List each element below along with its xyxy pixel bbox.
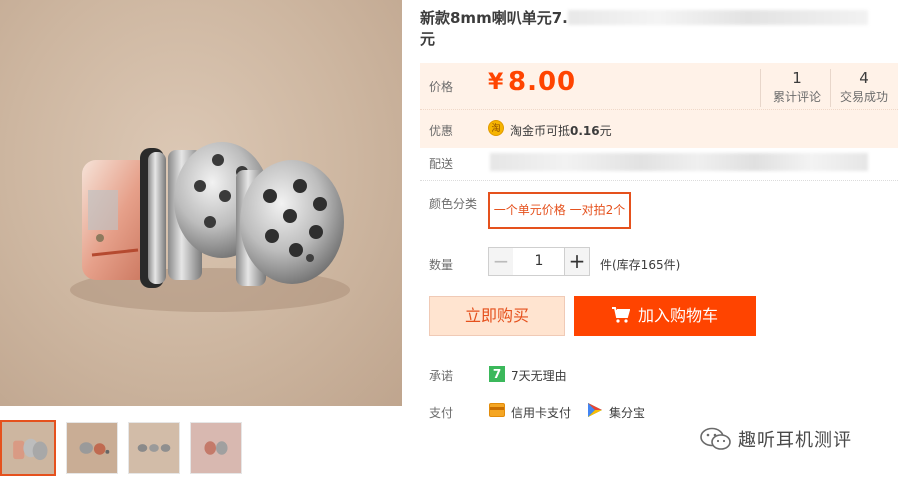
price-panel: 价格 ¥ 8.00 1 累计评论 4 交易成功 优惠 淘 淘金币可抵0.16元 <box>420 63 898 148</box>
promotion-amount: 0.16 <box>570 124 600 138</box>
payment-method-credit-card[interactable]: 信用卡支付 <box>511 404 571 421</box>
promotion-text: 淘金币可抵0.16元 <box>510 122 612 139</box>
sku-option-selected[interactable]: 一个单元价格 一对拍2个 <box>488 192 631 229</box>
product-title: 新款8mm喇叭单元7. 元 <box>420 8 890 50</box>
thumbnail-4[interactable] <box>190 422 242 474</box>
buy-now-button[interactable]: 立即购买 <box>429 296 565 336</box>
thumbnail-image <box>2 422 54 474</box>
shopping-cart-icon <box>611 307 630 323</box>
thumbnail-1[interactable] <box>0 420 56 476</box>
sales-count: 4 <box>859 69 869 87</box>
thumbnail-image <box>67 423 117 473</box>
thumbnail-image <box>129 423 179 473</box>
redacted-title-text <box>567 10 868 25</box>
taojinbi-coin-icon: 淘 <box>488 120 504 136</box>
quantity-label: 数量 <box>429 258 454 272</box>
divider <box>420 180 898 181</box>
review-count-stat[interactable]: 1 累计评论 <box>764 69 830 107</box>
increase-quantity-button[interactable]: + <box>564 247 590 276</box>
stat-divider <box>760 69 761 107</box>
earphone-driver-photo <box>70 142 350 312</box>
sales-count-label: 交易成功 <box>839 90 888 104</box>
credit-card-icon <box>489 403 505 417</box>
thumbnail-2[interactable] <box>66 422 118 474</box>
quantity-input[interactable]: 1 <box>513 247 565 276</box>
sku-label: 颜色分类 <box>429 197 478 211</box>
promotion-unit: 元 <box>599 124 612 138</box>
add-to-cart-button[interactable]: 加入购物车 <box>574 296 756 336</box>
watermark-text: 趣听耳机测评 <box>738 430 852 451</box>
promise-text[interactable]: 7天无理由 <box>511 367 567 384</box>
price-label: 价格 <box>429 80 454 94</box>
stock-text: 件(库存165件) <box>600 258 681 272</box>
jifenbao-icon <box>588 403 602 417</box>
thumbnail-3[interactable] <box>128 422 180 474</box>
add-to-cart-label: 加入购物车 <box>637 306 718 325</box>
redacted-shipping-info <box>490 153 868 171</box>
promise-label: 承诺 <box>429 369 454 383</box>
price-row: 价格 ¥ 8.00 1 累计评论 4 交易成功 <box>420 63 898 109</box>
product-title-end: 元 <box>420 30 436 48</box>
promotion-label: 优惠 <box>429 124 454 138</box>
main-product-image[interactable] <box>0 0 402 406</box>
thumbnail-image <box>191 423 241 473</box>
product-title-start: 新款8mm喇叭单元7. <box>420 9 568 27</box>
shipping-label: 配送 <box>429 157 454 171</box>
promotion-prefix: 淘金币可抵 <box>510 124 571 138</box>
thumbnail-strip <box>0 420 402 476</box>
review-count: 1 <box>792 69 802 87</box>
review-count-label: 累计评论 <box>772 90 821 104</box>
wechat-icon <box>700 427 731 450</box>
decrease-quantity-button[interactable]: − <box>488 247 514 276</box>
currency-symbol: ¥ <box>488 70 504 95</box>
price-amount: 8.00 <box>508 67 577 97</box>
payment-method-jifenbao[interactable]: 集分宝 <box>609 404 645 421</box>
sales-count-stat: 4 交易成功 <box>831 69 897 107</box>
payment-label: 支付 <box>429 406 454 420</box>
promotion-row: 优惠 淘 淘金币可抵0.16元 <box>420 109 898 148</box>
seven-day-return-icon: 7 <box>489 366 505 382</box>
